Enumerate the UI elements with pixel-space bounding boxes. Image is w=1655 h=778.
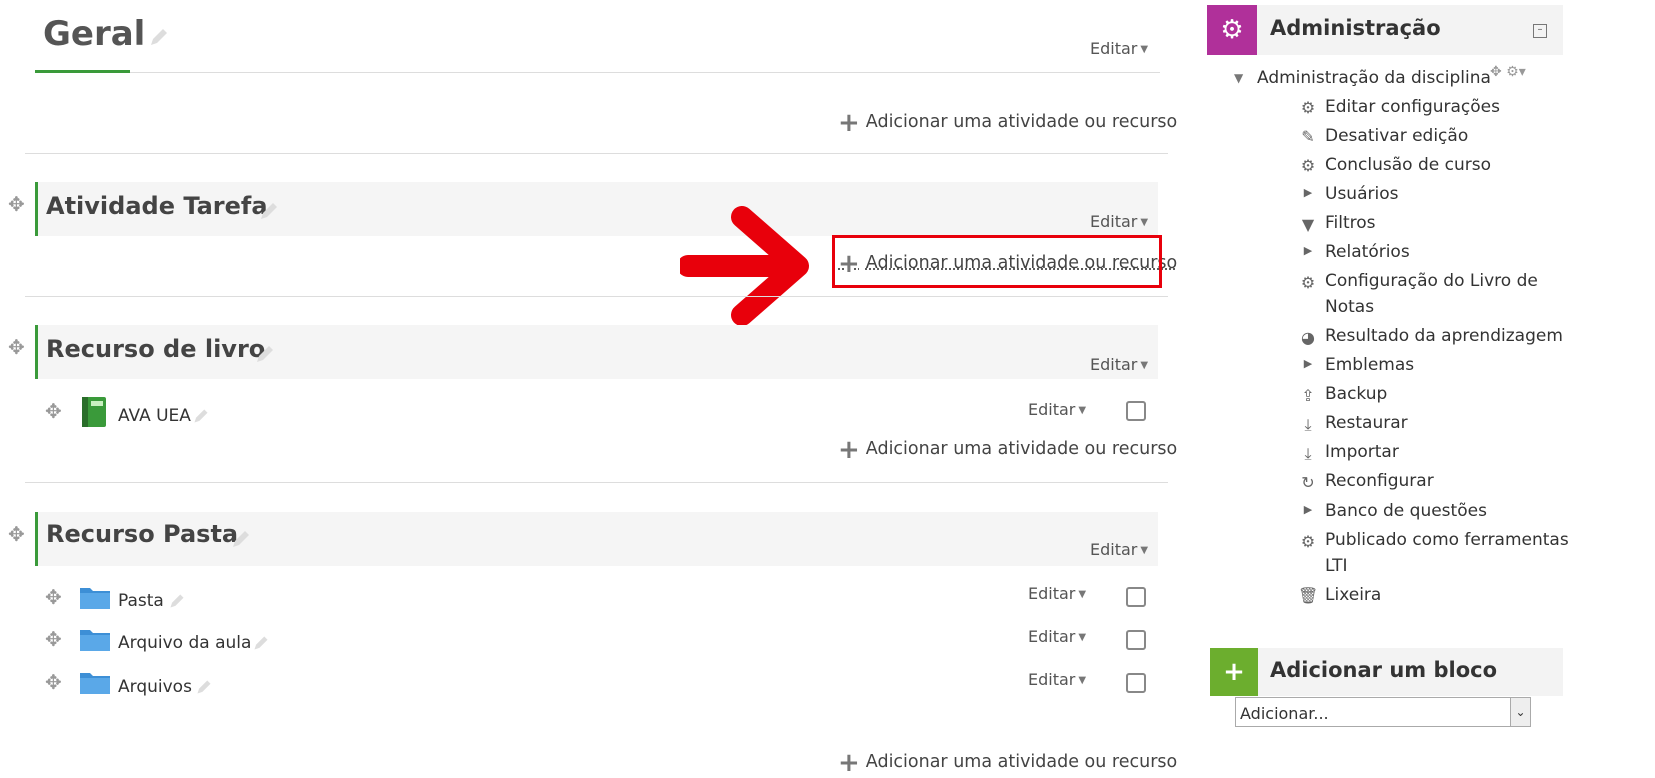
admin-item-lti[interactable]: Publicado como ferramentas (1325, 530, 1569, 550)
section-edit-menu[interactable]: Editar ▼ (1090, 212, 1148, 231)
divider (25, 296, 1168, 297)
activity-edit-menu[interactable]: Editar ▼ (1028, 627, 1086, 646)
move-icon[interactable]: ✥ (45, 627, 62, 651)
admin-item-course-completion[interactable]: Conclusão de curso (1325, 155, 1491, 175)
restore-icon: ⤓ (1304, 415, 1312, 434)
add-activity-link[interactable]: + Adicionar uma atividade ou recurso (838, 108, 1177, 138)
edit-name-pencil-icon[interactable] (192, 407, 210, 425)
completion-checkbox[interactable] (1126, 587, 1146, 607)
edit-title-pencil-icon[interactable] (254, 343, 276, 365)
caret-right-icon[interactable]: ▶ (1298, 244, 1318, 264)
admin-item-reset[interactable]: Reconfigurar (1325, 471, 1434, 491)
activity-edit-menu[interactable]: Editar ▼ (1028, 584, 1086, 603)
collapse-caret-icon[interactable]: ▼ (1234, 71, 1243, 85)
gear-icon: ⚙ (1300, 156, 1316, 175)
admin-item-turn-editing-off[interactable]: Desativar edição (1325, 126, 1468, 146)
admin-item-lti-line2[interactable]: LTI (1325, 556, 1348, 576)
admin-item-gradebook-setup-line2[interactable]: Notas (1325, 297, 1374, 317)
completion-checkbox[interactable] (1126, 401, 1146, 421)
collapse-block-icon[interactable]: – (1533, 24, 1547, 38)
activity-name[interactable]: Pasta (118, 591, 164, 611)
move-block-icon[interactable]: ✥ ⚙▾ (1490, 64, 1526, 80)
section-title-pasta: Recurso Pasta (46, 520, 239, 548)
gear-icon: ⚙ (1300, 532, 1316, 551)
admin-item-reports[interactable]: Relatórios (1325, 242, 1410, 262)
caret-right-icon[interactable]: ▶ (1298, 357, 1318, 377)
outcomes-icon: ◕ (1301, 328, 1315, 347)
completion-checkbox[interactable] (1126, 673, 1146, 693)
divider (25, 482, 1168, 483)
caret-right-icon[interactable]: ▶ (1298, 186, 1318, 206)
admin-item-edit-settings[interactable]: Editar configurações (1325, 97, 1500, 117)
gear-icon: ⚙ (1300, 98, 1316, 117)
folder-icon (80, 630, 110, 651)
section-title-geral: Geral (43, 14, 146, 54)
edit-title-pencil-icon[interactable] (258, 200, 280, 222)
move-icon[interactable]: ✥ (45, 585, 62, 609)
admin-item-filters[interactable]: Filtros (1325, 213, 1376, 233)
section-edit-menu[interactable]: Editar ▼ (1090, 39, 1148, 58)
filter-icon: ▼ (1301, 215, 1315, 234)
section-title-livro: Recurso de livro (46, 335, 266, 363)
move-icon[interactable]: ✥ (8, 335, 25, 359)
edit-title-pencil-icon[interactable] (230, 528, 252, 550)
edit-title-pencil-icon[interactable] (148, 26, 170, 48)
admin-item-question-bank[interactable]: Banco de questões (1325, 501, 1487, 521)
move-icon[interactable]: ✥ (45, 670, 62, 694)
move-icon[interactable]: ✥ (8, 192, 25, 216)
move-icon[interactable]: ✥ (8, 522, 25, 546)
folder-icon (80, 588, 110, 609)
admin-item-badges[interactable]: Emblemas (1325, 355, 1414, 375)
admin-item-users[interactable]: Usuários (1325, 184, 1398, 204)
pencil-icon: ✎ (1301, 127, 1315, 146)
add-block-select-value: Adicionar... (1240, 704, 1329, 723)
backup-icon: ⇪ (1301, 386, 1315, 405)
add-block-select[interactable]: Adicionar... ⌄ (1235, 697, 1531, 727)
activity-edit-menu[interactable]: Editar ▼ (1028, 400, 1086, 419)
admin-item-restore[interactable]: Restaurar (1325, 413, 1408, 433)
completion-checkbox[interactable] (1126, 630, 1146, 650)
admin-item-outcomes[interactable]: Resultado da aprendizagem (1325, 326, 1563, 346)
import-icon: ⤓ (1304, 444, 1312, 463)
add-activity-link[interactable]: + Adicionar uma atividade ou recurso (838, 435, 1177, 465)
admin-item-backup[interactable]: Backup (1325, 384, 1387, 404)
divider (25, 153, 1168, 154)
add-block-icon: + (1210, 648, 1258, 696)
edit-name-pencil-icon[interactable] (252, 634, 270, 652)
book-icon (82, 397, 106, 427)
geral-tab-underline (35, 70, 130, 73)
course-admin-node[interactable]: Administração da disciplina (1257, 68, 1491, 88)
admin-item-recycle-bin[interactable]: Lixeira (1325, 585, 1381, 605)
move-icon[interactable]: ✥ (45, 399, 62, 423)
red-arrow-annotation (680, 206, 809, 326)
add-activity-link[interactable]: + Adicionar uma atividade ou recurso (838, 748, 1177, 778)
admin-item-import[interactable]: Importar (1325, 442, 1399, 462)
highlight-box (832, 235, 1162, 288)
caret-right-icon[interactable]: ▶ (1298, 503, 1318, 523)
activity-name[interactable]: AVA UEA (118, 406, 191, 426)
activity-edit-menu[interactable]: Editar ▼ (1028, 670, 1086, 689)
activity-name[interactable]: Arquivos (118, 677, 192, 697)
section-edit-menu[interactable]: Editar ▼ (1090, 540, 1148, 559)
section-title-tarefa: Atividade Tarefa (46, 192, 268, 220)
divider (130, 72, 1160, 73)
admin-item-gradebook-setup[interactable]: Configuração do Livro de (1325, 271, 1538, 291)
chevron-down-icon: ⌄ (1510, 698, 1530, 726)
reset-icon: ↻ (1301, 473, 1315, 492)
activity-name[interactable]: Arquivo da aula (118, 633, 251, 653)
edit-name-pencil-icon[interactable] (195, 678, 213, 696)
trash-icon: 🗑 (1298, 586, 1319, 605)
admin-block-icon: ⚙ (1207, 5, 1257, 55)
add-block-title: Adicionar um bloco (1270, 658, 1498, 682)
admin-block-title: Administração (1270, 16, 1441, 40)
section-edit-menu[interactable]: Editar ▼ (1090, 355, 1148, 374)
edit-name-pencil-icon[interactable] (168, 592, 186, 610)
gear-icon: ⚙ (1300, 273, 1316, 292)
folder-icon (80, 673, 110, 694)
